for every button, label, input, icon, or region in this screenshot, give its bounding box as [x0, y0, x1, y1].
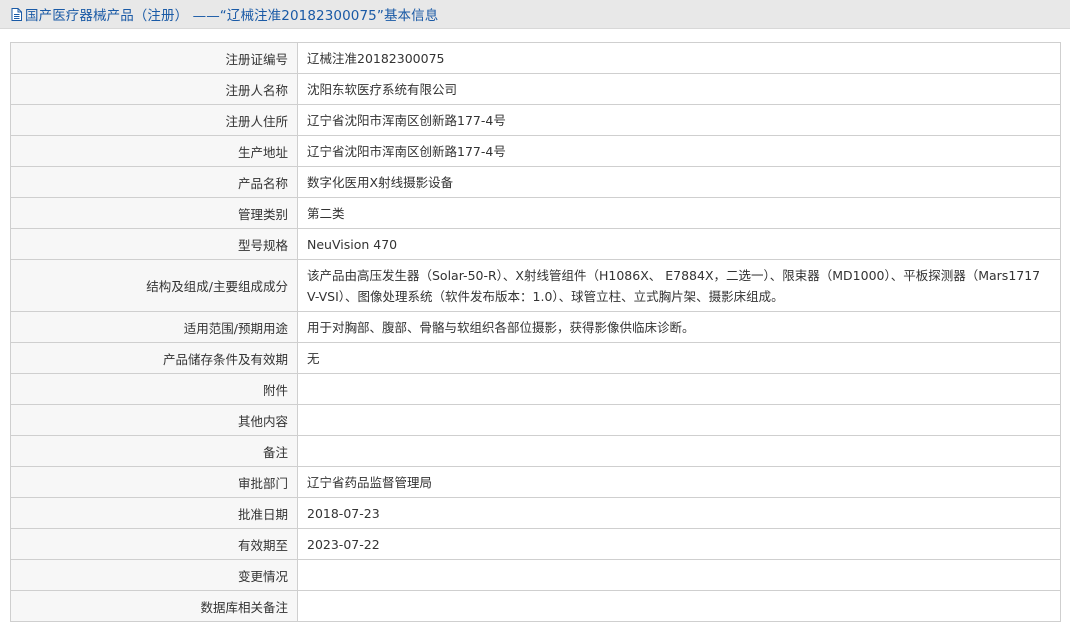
row-value: 辽宁省沈阳市浑南区创新路177-4号: [297, 135, 1061, 167]
row-value: 辽械注准20182300075: [297, 42, 1061, 74]
table-row: 附件: [10, 373, 1061, 405]
table-row: 其他内容: [10, 404, 1061, 436]
document-icon: [11, 7, 22, 21]
table-row: 注册人名称 沈阳东软医疗系统有限公司: [10, 73, 1061, 105]
row-value: [297, 559, 1061, 591]
row-label: 审批部门: [10, 466, 298, 498]
row-value: 用于对胸部、腹部、骨骼与软组织各部位摄影，获得影像供临床诊断。: [297, 311, 1061, 343]
page-title: 国产医疗器械产品（注册） ——“辽械注准20182300075”基本信息: [25, 8, 439, 24]
row-label: 变更情况: [10, 559, 298, 591]
row-label: 其他内容: [10, 404, 298, 436]
table-row: 注册证编号 辽械注准20182300075: [10, 42, 1061, 74]
row-value: 2023-07-22: [297, 528, 1061, 560]
page-title-bar: 国产医疗器械产品（注册） ——“辽械注准20182300075”基本信息: [0, 0, 1070, 29]
table-row: 有效期至 2023-07-22: [10, 528, 1061, 560]
row-label: 批准日期: [10, 497, 298, 529]
table-row: 产品名称 数字化医用X射线摄影设备: [10, 166, 1061, 198]
table-row: 生产地址 辽宁省沈阳市浑南区创新路177-4号: [10, 135, 1061, 167]
row-label: 数据库相关备注: [10, 590, 298, 622]
row-label: 产品名称: [10, 166, 298, 198]
row-value: 数字化医用X射线摄影设备: [297, 166, 1061, 198]
row-label: 附件: [10, 373, 298, 405]
row-value: [297, 373, 1061, 405]
table-row: 数据库相关备注: [10, 590, 1061, 622]
row-label: 产品储存条件及有效期: [10, 342, 298, 374]
row-label: 适用范围/预期用途: [10, 311, 298, 343]
row-label: 注册人住所: [10, 104, 298, 136]
row-value: 辽宁省药品监督管理局: [297, 466, 1061, 498]
row-value: 该产品由高压发生器（Solar-50-R）、X射线管组件（H1086X、 E78…: [297, 259, 1061, 312]
table-row: 型号规格 NeuVision 470: [10, 228, 1061, 260]
row-label: 备注: [10, 435, 298, 467]
table-row: 适用范围/预期用途 用于对胸部、腹部、骨骼与软组织各部位摄影，获得影像供临床诊断…: [10, 311, 1061, 343]
table-row: 变更情况: [10, 559, 1061, 591]
row-label: 管理类别: [10, 197, 298, 229]
table-row: 审批部门 辽宁省药品监督管理局: [10, 466, 1061, 498]
product-info-table: 注册证编号 辽械注准20182300075 注册人名称 沈阳东软医疗系统有限公司…: [10, 42, 1061, 622]
table-row: 管理类别 第二类: [10, 197, 1061, 229]
row-label: 生产地址: [10, 135, 298, 167]
row-label: 有效期至: [10, 528, 298, 560]
table-row: 产品储存条件及有效期 无: [10, 342, 1061, 374]
row-value: 第二类: [297, 197, 1061, 229]
row-value: [297, 590, 1061, 622]
row-value: [297, 435, 1061, 467]
row-value: NeuVision 470: [297, 228, 1061, 260]
row-value: 2018-07-23: [297, 497, 1061, 529]
row-label: 型号规格: [10, 228, 298, 260]
row-value: [297, 404, 1061, 436]
table-row: 注册人住所 辽宁省沈阳市浑南区创新路177-4号: [10, 104, 1061, 136]
row-value: 沈阳东软医疗系统有限公司: [297, 73, 1061, 105]
row-label: 注册证编号: [10, 42, 298, 74]
table-row: 备注: [10, 435, 1061, 467]
row-value: 辽宁省沈阳市浑南区创新路177-4号: [297, 104, 1061, 136]
row-label: 结构及组成/主要组成成分: [10, 259, 298, 312]
table-row: 结构及组成/主要组成成分 该产品由高压发生器（Solar-50-R）、X射线管组…: [10, 259, 1061, 312]
table-row: 批准日期 2018-07-23: [10, 497, 1061, 529]
row-value: 无: [297, 342, 1061, 374]
row-label: 注册人名称: [10, 73, 298, 105]
